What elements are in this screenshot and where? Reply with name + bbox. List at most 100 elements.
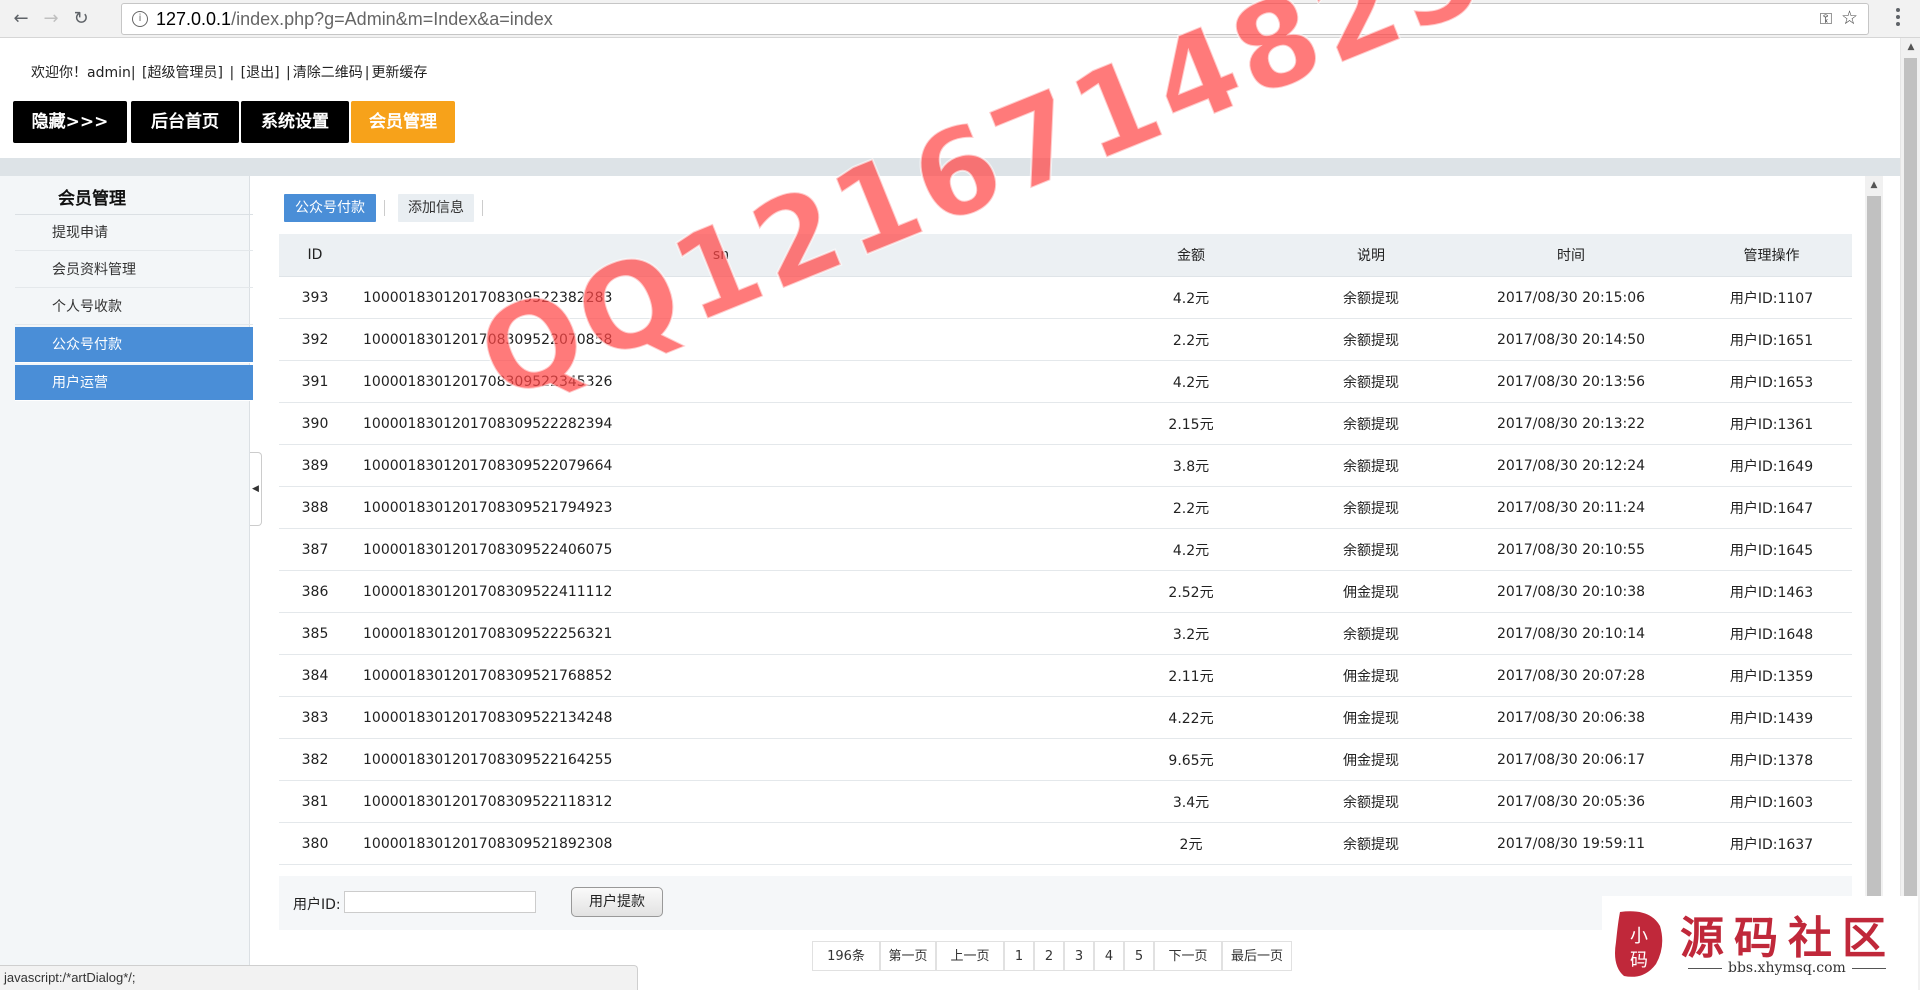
sidebar-item-user-operations[interactable]: 用户运营 xyxy=(15,365,253,401)
cell-user-action[interactable]: 用户ID:1378 xyxy=(1691,738,1852,781)
pager-last[interactable]: 最后一页 xyxy=(1222,941,1292,971)
pager-page-2[interactable]: 2 xyxy=(1034,941,1064,971)
sidebar-item-official-account-payment[interactable]: 公众号付款 xyxy=(15,327,253,363)
cell-time: 2017/08/30 20:10:38 xyxy=(1451,570,1691,613)
cell-user-action[interactable]: 用户ID:1107 xyxy=(1691,276,1852,319)
cell-id: 392 xyxy=(279,318,351,361)
cell-user-action[interactable]: 用户ID:1463 xyxy=(1691,570,1852,613)
pager-page-5[interactable]: 5 xyxy=(1124,941,1154,971)
pager-next[interactable]: 下一页 xyxy=(1154,941,1222,971)
site-logo-watermark: 小 码 源码社区 bbs.xhymsq.com xyxy=(1602,896,1918,990)
sidebar-item-personal-collection[interactable]: 个人号收款 xyxy=(15,289,253,325)
cell-id: 387 xyxy=(279,528,351,571)
cell-time: 2017/08/30 20:05:36 xyxy=(1451,780,1691,823)
cell-time: 2017/08/30 20:14:50 xyxy=(1451,318,1691,361)
content-scrollbar[interactable]: ▲ xyxy=(1865,176,1883,990)
cell-time: 2017/08/30 20:11:24 xyxy=(1451,486,1691,529)
cell-description: 余额提现 xyxy=(1291,486,1451,529)
cell-user-action[interactable]: 用户ID:1359 xyxy=(1691,654,1852,697)
key-icon[interactable]: ⚿ xyxy=(1820,9,1832,29)
forward-icon[interactable]: → xyxy=(40,8,62,30)
table-row: 384 1000018301201708309521768852 2.11元 佣金提现… xyxy=(279,654,1852,697)
sidebar-item-member-profiles[interactable]: 会员资料管理 xyxy=(15,252,253,288)
url-text[interactable]: 127.0.0.1/index.php?g=Admin&m=Index&a=in… xyxy=(156,9,553,30)
table-row: 382 1000018301201708309522164255 9.65元 佣金提现… xyxy=(279,738,1852,781)
cell-user-action[interactable]: 用户ID:1603 xyxy=(1691,780,1852,823)
col-header-sn: sn xyxy=(351,234,1091,277)
pager-prev[interactable]: 上一页 xyxy=(936,941,1004,971)
cell-user-action[interactable]: 用户ID:1649 xyxy=(1691,444,1852,487)
menu-dots-icon[interactable] xyxy=(1896,8,1902,30)
nav-home-button[interactable]: 后台首页 xyxy=(131,101,239,143)
cell-user-action[interactable]: 用户ID:1653 xyxy=(1691,360,1852,403)
payments-table: ID sn 金额 说明 时间 管理操作 393 10000183012017083… xyxy=(279,234,1852,907)
cell-user-action[interactable]: 用户ID:1361 xyxy=(1691,402,1852,445)
cell-description: 佣金提现 xyxy=(1291,654,1451,697)
pager-page-3[interactable]: 3 xyxy=(1064,941,1094,971)
info-icon[interactable]: i xyxy=(132,11,148,27)
reload-icon[interactable]: ↻ xyxy=(70,8,92,30)
pager-first[interactable]: 第一页 xyxy=(880,941,936,971)
cell-amount: 4.2元 xyxy=(1091,276,1291,319)
refresh-cache-link[interactable]: 更新缓存 xyxy=(371,65,427,81)
header-divider xyxy=(0,158,1900,176)
star-icon[interactable]: ☆ xyxy=(1841,7,1858,29)
cell-id: 386 xyxy=(279,570,351,613)
cell-user-action[interactable]: 用户ID:1637 xyxy=(1691,822,1852,865)
cell-id: 383 xyxy=(279,696,351,739)
cell-description: 余额提现 xyxy=(1291,528,1451,571)
cell-user-action[interactable]: 用户ID:1645 xyxy=(1691,528,1852,571)
cell-user-action[interactable]: 用户ID:1651 xyxy=(1691,318,1852,361)
url-host: 127.0.0.1 xyxy=(156,9,232,29)
cell-time: 2017/08/30 20:10:14 xyxy=(1451,612,1691,655)
logout-link[interactable]: [退出] xyxy=(241,65,280,81)
address-bar[interactable]: i 127.0.0.1/index.php?g=Admin&m=Index&a=… xyxy=(121,3,1869,35)
tab-add-info[interactable]: 添加信息 xyxy=(398,194,474,222)
seal-logo-icon: 小 码 xyxy=(1615,911,1663,977)
user-id-input[interactable] xyxy=(344,891,536,913)
sidebar-collapse-handle[interactable]: ◀ xyxy=(250,452,262,526)
table-row: 389 1000018301201708309522079664 3.8元 余额提现 2… xyxy=(279,444,1852,487)
welcome-bar: 欢迎你！admin| [超级管理员] | [退出] | 清除二维码 | 更新缓存 xyxy=(31,62,429,82)
table-row: 380 1000018301201708309521892308 2元 余额提现 201… xyxy=(279,822,1852,865)
cell-description: 余额提现 xyxy=(1291,360,1451,403)
page-scrollbar[interactable]: ▲ xyxy=(1900,38,1920,990)
hide-menu-button[interactable]: 隐藏>>> xyxy=(13,101,127,143)
sidebar-item-withdraw-requests[interactable]: 提现申请 xyxy=(15,215,253,251)
cell-time: 2017/08/30 20:06:38 xyxy=(1451,696,1691,739)
scroll-thumb[interactable] xyxy=(1867,196,1881,906)
scroll-up-icon[interactable]: ▲ xyxy=(1901,42,1920,52)
tab-official-account-payment[interactable]: 公众号付款 xyxy=(284,194,376,222)
table-row: 385 1000018301201708309522256321 3.2元 余额提现 2… xyxy=(279,612,1852,655)
cell-sn: 1000018301201708309522164255 xyxy=(351,738,1091,781)
scroll-up-icon[interactable]: ▲ xyxy=(1865,180,1883,190)
url-path: /index.php?g=Admin&m=Index&a=index xyxy=(231,9,553,29)
cell-sn: 1000018301201708309522118312 xyxy=(351,780,1091,823)
cell-id: 391 xyxy=(279,360,351,403)
pager-page-4[interactable]: 4 xyxy=(1094,941,1124,971)
nav-settings-button[interactable]: 系统设置 xyxy=(241,101,349,143)
role-link[interactable]: [超级管理员] xyxy=(142,65,223,81)
cell-description: 余额提现 xyxy=(1291,444,1451,487)
table-row: 392 1000018301201708309522070858 2.2元 余额提现 2… xyxy=(279,318,1852,361)
cell-user-action[interactable]: 用户ID:1648 xyxy=(1691,612,1852,655)
cell-sn: 1000018301201708309521768852 xyxy=(351,654,1091,697)
clear-qr-link[interactable]: 清除二维码 xyxy=(293,65,363,81)
cell-amount: 2.15元 xyxy=(1091,402,1291,445)
pager-page-1[interactable]: 1 xyxy=(1004,941,1034,971)
table-row: 393 1000018301201708309522382283 4.2元 余额提现 2… xyxy=(279,276,1852,319)
cell-user-action[interactable]: 用户ID:1439 xyxy=(1691,696,1852,739)
back-icon[interactable]: ← xyxy=(10,8,32,30)
scroll-thumb[interactable] xyxy=(1904,58,1917,963)
separator: | xyxy=(286,65,291,81)
cell-user-action[interactable]: 用户ID:1647 xyxy=(1691,486,1852,529)
cell-sn: 1000018301201708309522079664 xyxy=(351,444,1091,487)
user-withdraw-button[interactable]: 用户提款 xyxy=(571,887,663,917)
pager-total: 196条 xyxy=(812,941,880,971)
cell-sn: 1000018301201708309522070858 xyxy=(351,318,1091,361)
cell-description: 佣金提现 xyxy=(1291,696,1451,739)
table-row: 387 1000018301201708309522406075 4.2元 余额提现 2… xyxy=(279,528,1852,571)
cell-description: 余额提现 xyxy=(1291,276,1451,319)
nav-members-button[interactable]: 会员管理 xyxy=(351,101,455,143)
cell-sn: 1000018301201708309522345326 xyxy=(351,360,1091,403)
